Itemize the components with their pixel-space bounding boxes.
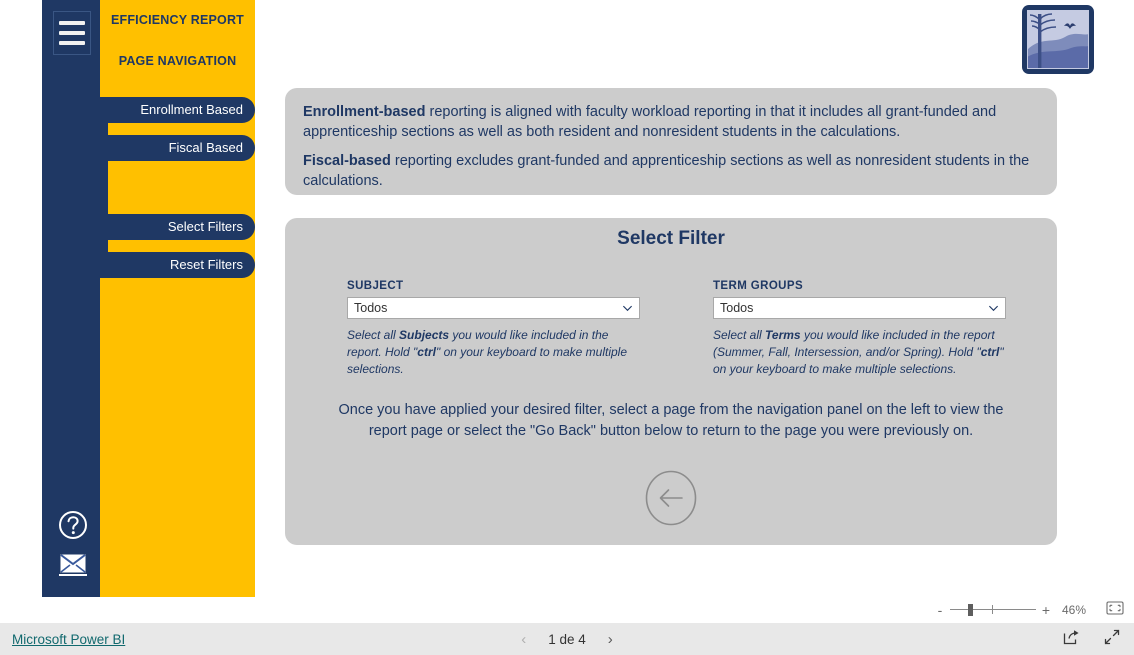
zoom-toolbar: - + 46%	[0, 597, 1134, 623]
zoom-slider[interactable]	[950, 603, 1036, 617]
info-text-fiscal: reporting excludes grant-funded and appr…	[303, 153, 1030, 189]
envelope-icon[interactable]	[56, 546, 90, 580]
nav-spine	[100, 97, 108, 278]
page-indicator: 1 de 4	[548, 631, 586, 647]
next-page-button[interactable]: ›	[608, 631, 613, 648]
subject-label: SUBJECT	[347, 280, 404, 292]
fit-to-page-icon[interactable]	[1106, 600, 1124, 620]
zoom-out-button[interactable]: -	[932, 602, 948, 618]
hint-emphasis: Terms	[765, 328, 801, 342]
question-circle-icon[interactable]	[56, 509, 90, 543]
zoom-in-button[interactable]: +	[1038, 602, 1054, 618]
term-groups-label: TERM GROUPS	[713, 280, 804, 292]
page-navigation: ‹ 1 de 4 ›	[0, 631, 1134, 648]
zoom-slider-track	[950, 609, 1036, 610]
page-title: EFFICIENCY REPORT	[110, 13, 245, 27]
hamburger-icon[interactable]	[53, 11, 91, 55]
select-filter-panel: Select Filter SUBJECT Todos Select all S…	[285, 218, 1057, 545]
subject-hint: Select all Subjects you would like inclu…	[347, 327, 640, 378]
info-box: Enrollment-based reporting is aligned wi…	[285, 88, 1057, 195]
report-canvas: EFFICIENCY REPORT PAGE NAVIGATION Enroll…	[0, 0, 1134, 597]
sidebar-item-select-filters[interactable]: Select Filters	[100, 214, 255, 240]
subject-filter-group: SUBJECT Todos Select all Subjects you wo…	[347, 280, 640, 378]
term-groups-hint: Select all Terms you would like included…	[713, 327, 1006, 378]
panel-title: Select Filter	[617, 228, 725, 249]
chevron-down-icon	[622, 305, 633, 312]
sidebar-item-reset-filters[interactable]: Reset Filters	[100, 252, 255, 278]
status-bar-actions	[1063, 629, 1120, 650]
subject-selected-value: Todos	[354, 301, 388, 315]
zoom-slider-tick	[992, 605, 993, 614]
organization-logo	[1022, 5, 1094, 74]
hamburger-bar	[59, 21, 85, 25]
nav-section-title: PAGE NAVIGATION	[118, 54, 237, 68]
chevron-down-icon	[988, 305, 999, 312]
hamburger-bar	[59, 41, 85, 45]
navigation-gold-panel	[100, 0, 255, 597]
info-term-fiscal: Fiscal-based	[303, 153, 391, 169]
share-icon[interactable]	[1063, 629, 1080, 650]
filter-instructions: Once you have applied your desired filte…	[338, 402, 1004, 439]
term-groups-filter-group: TERM GROUPS Todos Select all Terms you w…	[713, 280, 1006, 378]
term-groups-dropdown[interactable]: Todos	[713, 297, 1006, 319]
fullscreen-icon[interactable]	[1104, 629, 1120, 650]
power-bi-report-viewer: EFFICIENCY REPORT PAGE NAVIGATION Enroll…	[0, 0, 1134, 655]
hint-part: Select all	[713, 328, 766, 342]
hamburger-bar	[59, 31, 85, 35]
term-groups-selected-value: Todos	[720, 301, 754, 315]
sidebar-item-fiscal-based[interactable]: Fiscal Based	[100, 135, 255, 161]
zoom-level-label: 46%	[1061, 603, 1087, 617]
info-paragraph-enrollment: Enrollment-based reporting is aligned wi…	[303, 102, 1039, 142]
go-back-button[interactable]	[645, 470, 697, 526]
hint-emphasis: ctrl	[980, 345, 1000, 359]
hint-emphasis: ctrl	[417, 345, 436, 359]
zoom-slider-handle[interactable]	[968, 604, 973, 616]
info-term-enrollment: Enrollment-based	[303, 104, 426, 120]
info-paragraph-fiscal: Fiscal-based reporting excludes grant-fu…	[303, 151, 1039, 191]
sidebar-item-enrollment-based[interactable]: Enrollment Based	[100, 97, 255, 123]
hint-emphasis: Subjects	[399, 328, 450, 342]
hint-part: Select all	[347, 328, 400, 342]
previous-page-button[interactable]: ‹	[521, 631, 526, 648]
subject-dropdown[interactable]: Todos	[347, 297, 640, 319]
navigation-navy-strip	[42, 0, 100, 597]
status-bar: Microsoft Power BI ‹ 1 de 4 ›	[0, 623, 1134, 655]
